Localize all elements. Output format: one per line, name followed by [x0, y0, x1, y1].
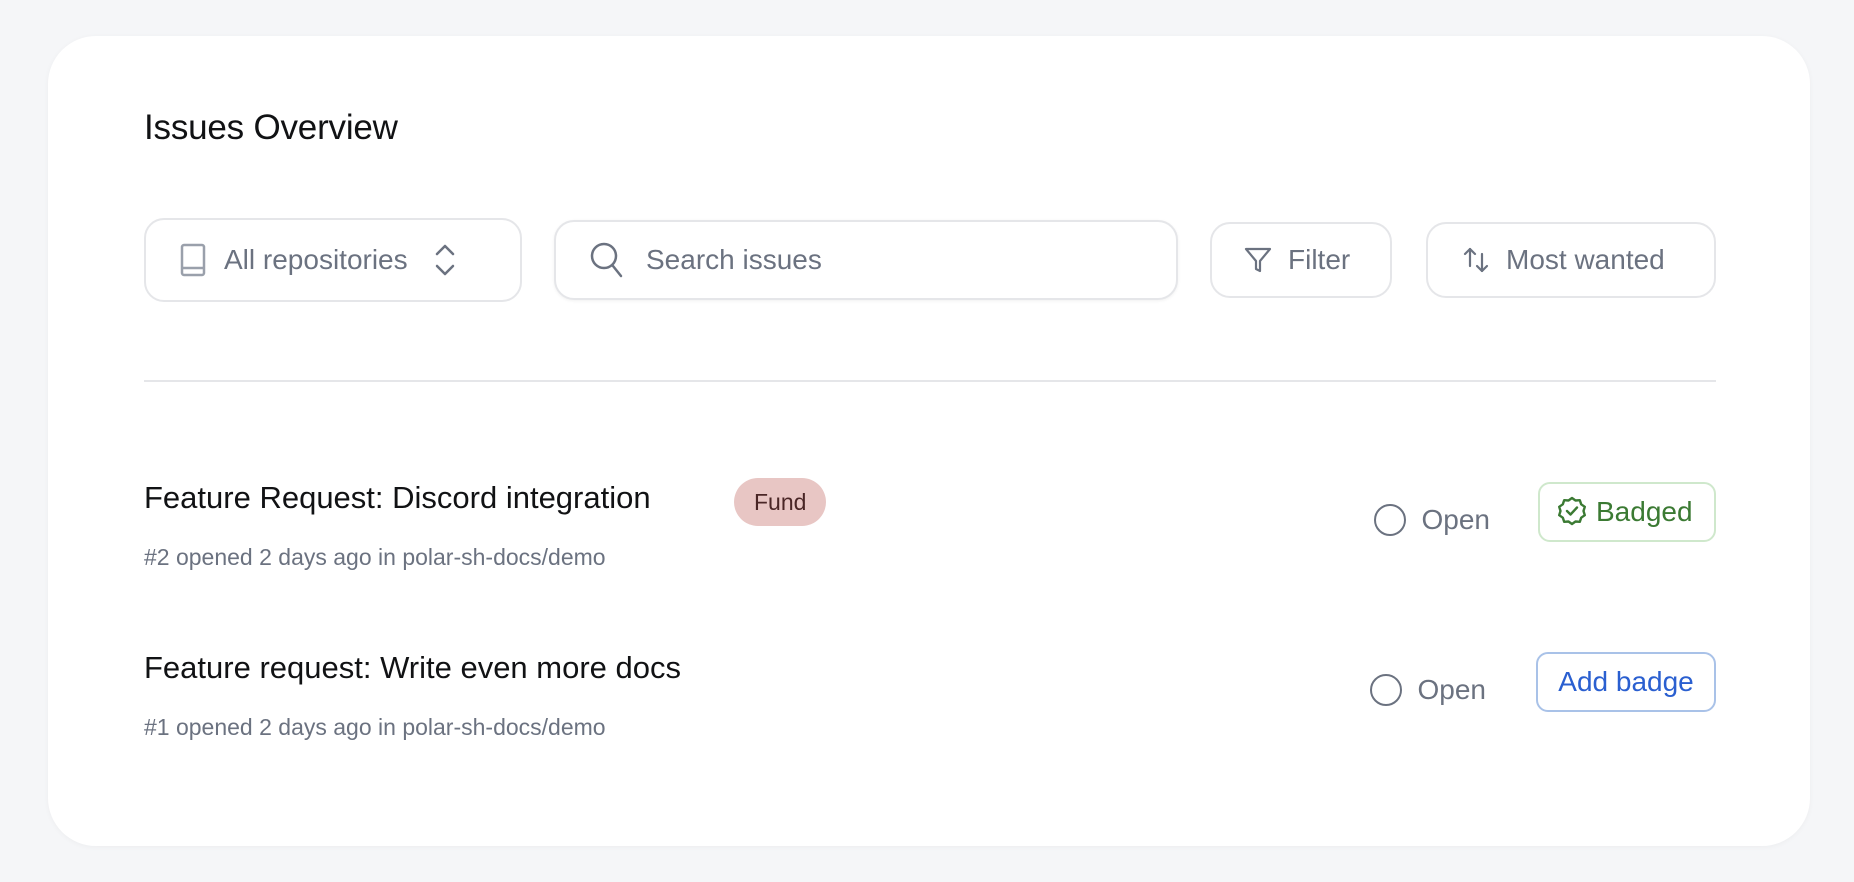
- search-icon: [590, 242, 624, 278]
- status-label: Open: [1417, 674, 1487, 705]
- sort-button[interactable]: Most wanted: [1426, 222, 1716, 298]
- issue-row[interactable]: Feature request: Write even more docs #1…: [144, 648, 1716, 748]
- search-input[interactable]: [646, 244, 1166, 276]
- book-icon: [180, 243, 206, 277]
- issue-title[interactable]: Feature request: Write even more docs: [144, 650, 681, 686]
- repository-select-value: All repositories: [224, 244, 408, 275]
- status-label: Open: [1421, 504, 1491, 535]
- badged-label: Badged: [1596, 496, 1693, 527]
- toolbar: All repositories Search issues Filter Mo…: [48, 218, 1810, 302]
- sort-label: Most wanted: [1506, 244, 1665, 275]
- filter-label: Filter: [1288, 244, 1351, 275]
- issue-meta: #2 opened 2 days ago in polar-sh-docs/de…: [144, 544, 606, 570]
- chevron-up-down-icon: [434, 243, 456, 277]
- search-field[interactable]: [554, 220, 1178, 300]
- issues-overview-card: Issues Overview All repositories Search …: [48, 36, 1810, 846]
- open-circle-icon: [1373, 504, 1406, 536]
- issue-status: Open: [1373, 504, 1491, 536]
- issue-meta: #1 opened 2 days ago in polar-sh-docs/de…: [144, 714, 606, 740]
- issue-status: Open: [1369, 674, 1487, 706]
- filter-button[interactable]: Filter: [1210, 222, 1392, 298]
- page-title: Issues Overview: [144, 108, 398, 147]
- issue-row[interactable]: Feature Request: Discord integration Fun…: [144, 478, 1716, 578]
- issue-title[interactable]: Feature Request: Discord integration: [144, 480, 651, 516]
- fund-pill[interactable]: Fund: [734, 478, 827, 526]
- add-badge-button[interactable]: Add badge: [1536, 652, 1716, 712]
- open-circle-icon: [1369, 674, 1402, 706]
- arrows-up-down-icon: [1462, 246, 1490, 274]
- funnel-icon: [1244, 246, 1272, 274]
- badge-check-icon: [1556, 496, 1596, 528]
- divider: [144, 380, 1716, 382]
- badged-button[interactable]: Badged: [1538, 482, 1716, 542]
- repository-select[interactable]: All repositories: [144, 218, 522, 302]
